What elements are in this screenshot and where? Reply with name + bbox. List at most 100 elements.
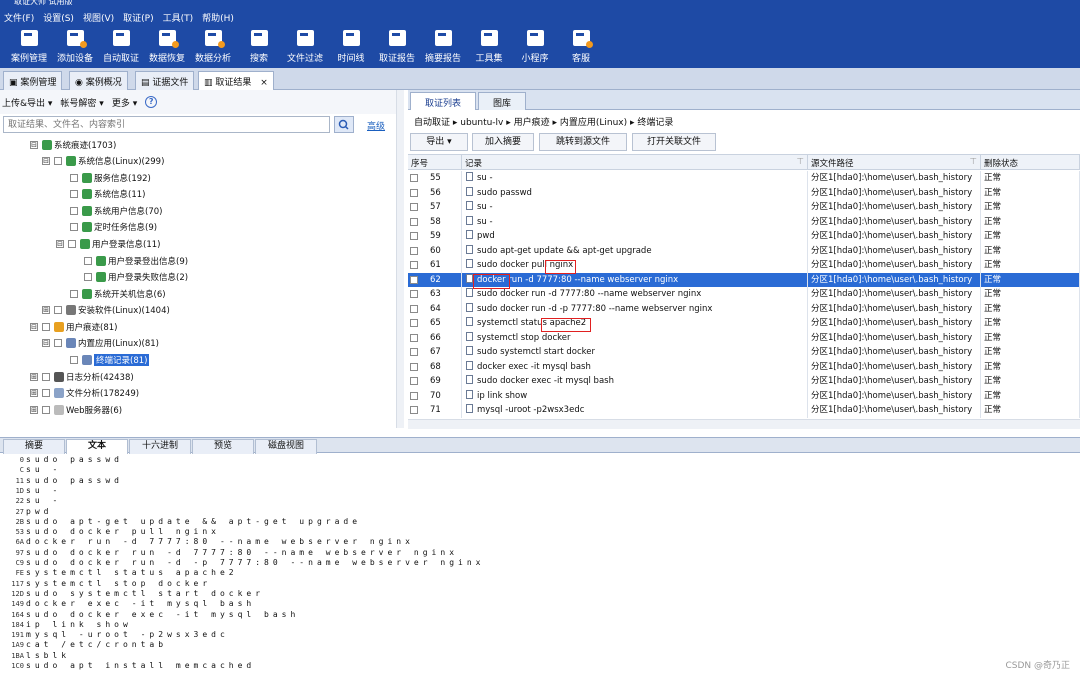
row-checkbox[interactable] — [410, 203, 418, 211]
tree-item-system-info[interactable]: ⊟ 系统信息(Linux)(299) — [42, 153, 164, 168]
column-header-status[interactable]: 删除状态 — [981, 155, 1080, 170]
filter-icon[interactable]: ⊤ — [970, 157, 977, 167]
menu-forensics[interactable]: 取证(P) — [123, 11, 153, 24]
tab-case-overview[interactable]: ◉ 案例概况 — [69, 71, 128, 90]
table-row[interactable]: 60 sudo apt-get update && apt-get upgrade… — [408, 243, 1080, 258]
row-checkbox[interactable] — [410, 261, 418, 269]
tab-gallery[interactable]: 图库 — [478, 92, 527, 110]
row-checkbox[interactable] — [410, 377, 418, 385]
tab-hex[interactable]: 十六进制 — [129, 439, 191, 454]
column-header-number[interactable]: 序号 — [408, 155, 462, 170]
tree-item-logs[interactable]: ⊞ 日志分析(42438) — [30, 369, 134, 384]
row-checkbox[interactable] — [410, 246, 418, 255]
row-checkbox[interactable] — [410, 174, 418, 182]
row-checkbox[interactable] — [410, 290, 418, 298]
jump-source-button[interactable]: 跳转到源文件 — [539, 133, 627, 151]
tab-preview[interactable]: 预览 — [192, 439, 254, 454]
tree-item-installed[interactable]: ⊞ 安装软件(Linux)(1404) — [42, 302, 170, 317]
tree-item-web[interactable]: ⊞ Web服务器(6) — [30, 402, 122, 417]
menu-tools[interactable]: 工具(T) — [163, 11, 194, 24]
column-header-record[interactable]: 记录 ⊤ — [462, 155, 808, 170]
row-checkbox[interactable] — [410, 188, 418, 197]
row-checkbox[interactable] — [410, 391, 418, 400]
search-button[interactable]: 搜索 — [237, 26, 281, 68]
tree-item-system-traces[interactable]: ⊟ 系统痕迹(1703) — [30, 137, 116, 152]
tree-item-terminal[interactable]: 终端记录(81) — [70, 352, 150, 367]
table-row[interactable]: 67 sudo systemctl start docker 分区1[hda0]:\… — [408, 345, 1080, 360]
column-header-path[interactable]: 源文件路径 ⊤ — [808, 155, 981, 170]
more-dropdown[interactable]: 更多 ▾ — [112, 96, 137, 109]
export-button[interactable]: 导出 ▾ — [410, 133, 468, 151]
tab-disk-view[interactable]: 磁盘视图 — [255, 439, 317, 454]
tree-item-services[interactable]: 服务信息(192) — [70, 170, 151, 185]
row-checkbox[interactable] — [410, 304, 418, 313]
table-row[interactable]: 64 sudo docker run -d -p 7777:80 --name w… — [408, 301, 1080, 316]
table-row[interactable]: 58 su - 分区1[hda0]:\home\user\.bash_history… — [408, 214, 1080, 229]
help-icon[interactable]: ? — [145, 96, 158, 108]
advanced-search-link[interactable]: 高级 — [367, 119, 385, 132]
text-viewer[interactable]: 0 sudo passwd Csu -11 sudo passwd 1D su -22 su… — [0, 454, 1080, 677]
row-checkbox[interactable] — [410, 333, 418, 342]
left-scrollbar[interactable] — [396, 90, 404, 428]
tree-item-files[interactable]: ⊞ 文件分析(178249) — [30, 385, 139, 400]
tree-item-login[interactable]: ⊟ 用户登录信息(11) — [56, 236, 160, 251]
data-analysis-button[interactable]: 数据分析 — [191, 26, 235, 68]
search-icon[interactable] — [334, 116, 354, 133]
tree-item-sysinfo[interactable]: 系统信息(11) — [70, 186, 145, 201]
tree-item-power[interactable]: 系统开关机信息(6) — [70, 286, 166, 301]
open-related-button[interactable]: 打开关联文件 — [632, 133, 716, 151]
tree-item-user-traces[interactable]: ⊟ 用户痕迹(81) — [30, 319, 117, 334]
tree-item-login-fail[interactable]: 用户登录失败信息(2) — [84, 269, 188, 284]
table-row[interactable]: 70 ip link show 分区1[hda0]:\home\user\.bash… — [408, 388, 1080, 403]
row-checkbox[interactable] — [410, 217, 418, 226]
menu-file[interactable]: 文件(F) — [4, 11, 34, 24]
row-checkbox[interactable] — [410, 275, 418, 284]
add-device-button[interactable]: 添加设备 — [53, 26, 97, 68]
tab-forensic-results[interactable]: ▥ 取证结果 × — [198, 71, 274, 91]
tree-item-cron[interactable]: 定时任务信息(9) — [70, 219, 157, 234]
timeline-button[interactable]: 时间线 — [329, 26, 373, 68]
table-hscrollbar[interactable] — [408, 419, 1080, 429]
row-checkbox[interactable] — [410, 319, 418, 327]
tab-result-list[interactable]: 取证列表 — [410, 92, 477, 110]
row-checkbox[interactable] — [410, 406, 418, 414]
upload-export-dropdown[interactable]: 上传&导出 ▾ — [2, 96, 52, 109]
tree-item-users[interactable]: 系统用户信息(70) — [70, 203, 162, 218]
customer-service-button[interactable]: 客服 — [559, 26, 603, 68]
search-input[interactable] — [3, 116, 330, 133]
tab-case-manage[interactable]: ▣ 案例管理 — [3, 71, 63, 90]
table-row[interactable]: 69 sudo docker exec -it mysql bash 分区1[hda… — [408, 374, 1080, 389]
tree-item-login-logout[interactable]: 用户登录登出信息(9) — [84, 253, 188, 268]
table-row[interactable]: 61 sudo docker pull nginx 分区1[hda0]:\home\… — [408, 258, 1080, 273]
toolset-button[interactable]: 工具集 — [467, 26, 511, 68]
filter-icon[interactable]: ⊤ — [797, 157, 804, 167]
add-summary-button[interactable]: 加入摘要 — [472, 133, 534, 151]
table-row[interactable]: 66 systemctl stop docker 分区1[hda0]:\home\u… — [408, 330, 1080, 345]
table-row[interactable]: 55 su - 分区1[hda0]:\home\user\.bash_history… — [408, 171, 1080, 186]
table-row[interactable]: 71 mysql -uroot -p2wsx3edc 分区1[hda0]:\home… — [408, 403, 1080, 418]
table-row[interactable]: 56 sudo passwd 分区1[hda0]:\home\user\.bash_… — [408, 185, 1080, 200]
menu-view[interactable]: 视图(V) — [83, 11, 114, 24]
row-checkbox[interactable] — [410, 232, 418, 240]
table-row[interactable]: 68 docker exec -it mysql bash 分区1[hda0]:\h… — [408, 359, 1080, 374]
account-decrypt-dropdown[interactable]: 帐号解密 ▾ — [60, 96, 103, 109]
row-checkbox[interactable] — [410, 348, 418, 356]
table-row[interactable]: 65 systemctl status apache2 分区1[hda0]:\hom… — [408, 316, 1080, 331]
case-manage-button[interactable]: 案例管理 — [7, 26, 51, 68]
auto-forensics-button[interactable]: 自动取证 — [99, 26, 143, 68]
forensic-report-button[interactable]: 取证报告 — [375, 26, 419, 68]
tab-text[interactable]: 文本 — [66, 439, 128, 454]
summary-report-button[interactable]: 摘要报告 — [421, 26, 465, 68]
close-tab-icon[interactable]: × — [260, 78, 268, 88]
tab-summary[interactable]: 摘要 — [3, 439, 65, 454]
table-row[interactable]: 57 su - 分区1[hda0]:\home\user\.bash_history… — [408, 200, 1080, 215]
tab-evidence-files[interactable]: ▤ 证据文件 — [135, 71, 195, 90]
file-filter-button[interactable]: 文件过滤 — [283, 26, 327, 68]
tree-item-builtin-apps[interactable]: ⊟ 内置应用(Linux)(81) — [42, 335, 159, 350]
menu-help[interactable]: 帮助(H) — [202, 11, 234, 24]
table-row[interactable]: 59 pwd 分区1[hda0]:\home\user\.bash_history 正… — [408, 229, 1080, 244]
row-checkbox[interactable] — [410, 362, 418, 371]
data-recovery-button[interactable]: 数据恢复 — [145, 26, 189, 68]
table-row[interactable]: 63 sudo docker run -d 7777:80 --name webs… — [408, 287, 1080, 302]
mini-program-button[interactable]: 小程序 — [513, 26, 557, 68]
